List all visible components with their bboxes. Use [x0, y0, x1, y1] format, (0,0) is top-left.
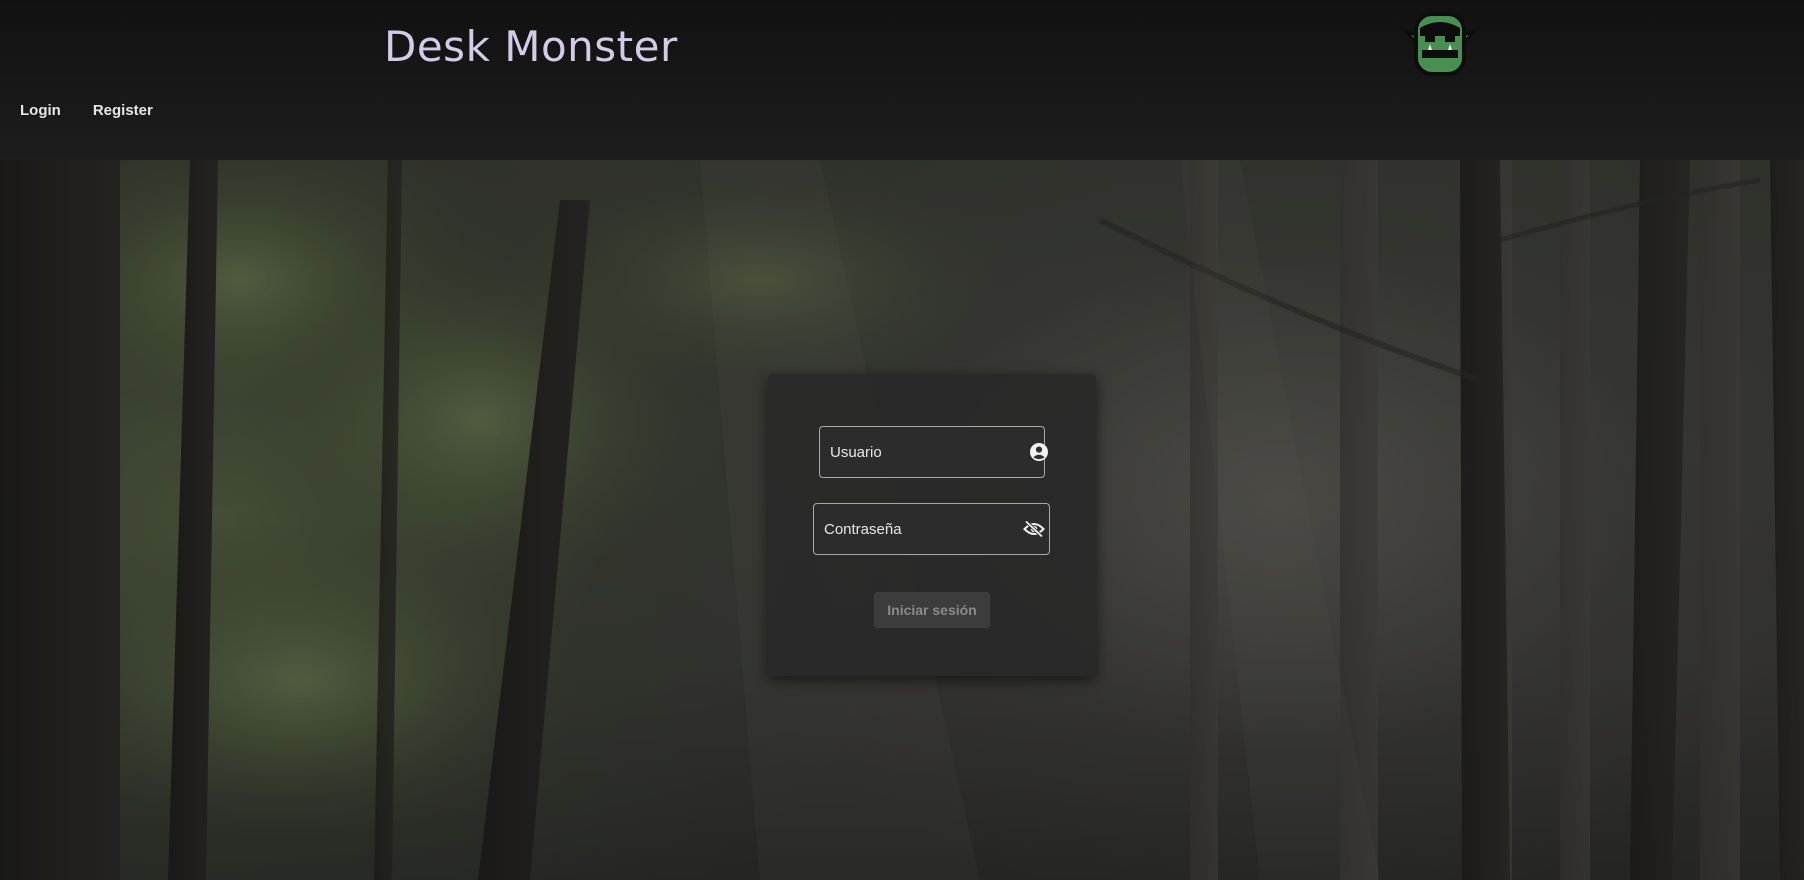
- password-input[interactable]: [824, 520, 1023, 538]
- orc-monster-icon: [1404, 12, 1476, 76]
- username-field[interactable]: [819, 426, 1048, 478]
- username-input[interactable]: [830, 443, 1029, 461]
- visibility-off-icon[interactable]: [1023, 518, 1045, 540]
- app-title: Desk Monster: [384, 22, 678, 71]
- nav-register-link[interactable]: Register: [93, 102, 153, 119]
- password-field[interactable]: [813, 503, 1050, 555]
- main-nav: Login Register: [20, 102, 153, 119]
- nav-login-link[interactable]: Login: [20, 102, 61, 119]
- app-header: Desk Monster Login Register: [0, 0, 1804, 160]
- login-card: Iniciar sesión: [768, 374, 1096, 676]
- login-submit-button[interactable]: Iniciar sesión: [874, 592, 990, 628]
- account-circle-icon: [1029, 441, 1049, 463]
